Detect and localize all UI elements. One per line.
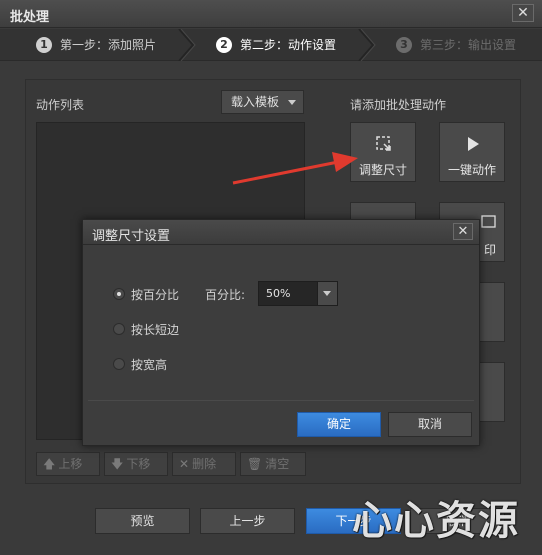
step-1: 1 第一步：添加照片 — [36, 29, 156, 61]
resize-icon — [376, 136, 391, 151]
resize-action-label: 调整尺寸 — [358, 163, 407, 177]
load-template-label: 载入模板 — [231, 95, 280, 109]
step-2-label: 第二步：动作设置 — [240, 38, 337, 52]
radio-by-width-height-label: 按宽高 — [131, 358, 168, 372]
site-watermark: 心心资源 — [352, 498, 520, 544]
percent-value: 50% — [266, 287, 291, 300]
step-chevron-icon — [176, 29, 196, 61]
dialog-close-button[interactable]: ✕ — [453, 223, 473, 240]
resize-action-button[interactable]: 调整尺寸 — [350, 122, 416, 182]
dialog-title-bar: 调整尺寸设置 ✕ — [83, 220, 479, 245]
step-indicator: 1 第一步：添加照片 2 第二步：动作设置 3 第三步：输出设置 — [0, 29, 542, 61]
radio-by-long-short-side[interactable] — [113, 323, 125, 335]
step-1-label: 第一步：添加照片 — [60, 38, 157, 52]
actions-panel-label: 请添加批处理动作 — [350, 98, 447, 112]
play-icon — [468, 137, 479, 151]
step-3-number: 3 — [396, 36, 412, 53]
percent-label: 百分比: — [205, 288, 246, 302]
step-3: 3 第三步：输出设置 — [396, 29, 516, 61]
arrow-up-icon: 🡅 — [43, 457, 56, 471]
step-2-number: 2 — [216, 36, 232, 53]
step-3-label: 第三步：输出设置 — [420, 38, 517, 52]
radio-by-width-height[interactable] — [113, 358, 125, 370]
one-click-action-label: 一键动作 — [447, 163, 496, 177]
clear-label: 清空 — [265, 457, 290, 471]
window-title: 批处理 — [10, 10, 50, 25]
step-chevron-icon — [356, 29, 376, 61]
step-1-number: 1 — [36, 36, 52, 53]
radio-by-percent[interactable] — [113, 288, 125, 300]
previous-step-button[interactable]: 上一步 — [200, 508, 295, 534]
dialog-cancel-button[interactable]: 取消 — [388, 412, 472, 437]
dialog-title: 调整尺寸设置 — [92, 229, 171, 244]
load-template-dropdown[interactable]: 载入模板 — [221, 90, 304, 114]
delete-button[interactable]: ✕ 删除 — [172, 452, 236, 476]
radio-by-long-short-side-label: 按长短边 — [131, 323, 180, 337]
watermark-icon — [481, 215, 496, 228]
arrow-down-icon: 🡇 — [111, 457, 124, 471]
delete-icon: ✕ — [179, 457, 190, 471]
close-button[interactable]: ✕ — [512, 4, 534, 22]
chevron-down-icon — [288, 100, 296, 105]
clear-button[interactable]: 🗑 清空 — [240, 452, 306, 476]
dialog-ok-button[interactable]: 确定 — [297, 412, 381, 437]
percent-select[interactable]: 50% — [258, 281, 338, 306]
one-click-action-button[interactable]: 一键动作 — [439, 122, 505, 182]
move-up-button[interactable]: 🡅 上移 — [36, 452, 100, 476]
action-list-label: 动作列表 — [36, 98, 85, 112]
delete-label: 删除 — [192, 457, 217, 471]
move-up-label: 上移 — [58, 457, 83, 471]
resize-settings-dialog: 调整尺寸设置 ✕ 按百分比 按长短边 按宽高 百分比: 50% 确定 取消 — [82, 219, 480, 446]
move-down-label: 下移 — [126, 457, 151, 471]
trash-icon: 🗑 — [247, 457, 263, 471]
chevron-down-icon[interactable] — [317, 282, 337, 305]
move-down-button[interactable]: 🡇 下移 — [104, 452, 168, 476]
title-bar: 批处理 ✕ — [0, 0, 542, 28]
preview-button[interactable]: 预览 — [95, 508, 190, 534]
radio-by-percent-label: 按百分比 — [131, 288, 180, 302]
dialog-divider — [88, 400, 474, 401]
step-2: 2 第二步：动作设置 — [216, 29, 336, 61]
